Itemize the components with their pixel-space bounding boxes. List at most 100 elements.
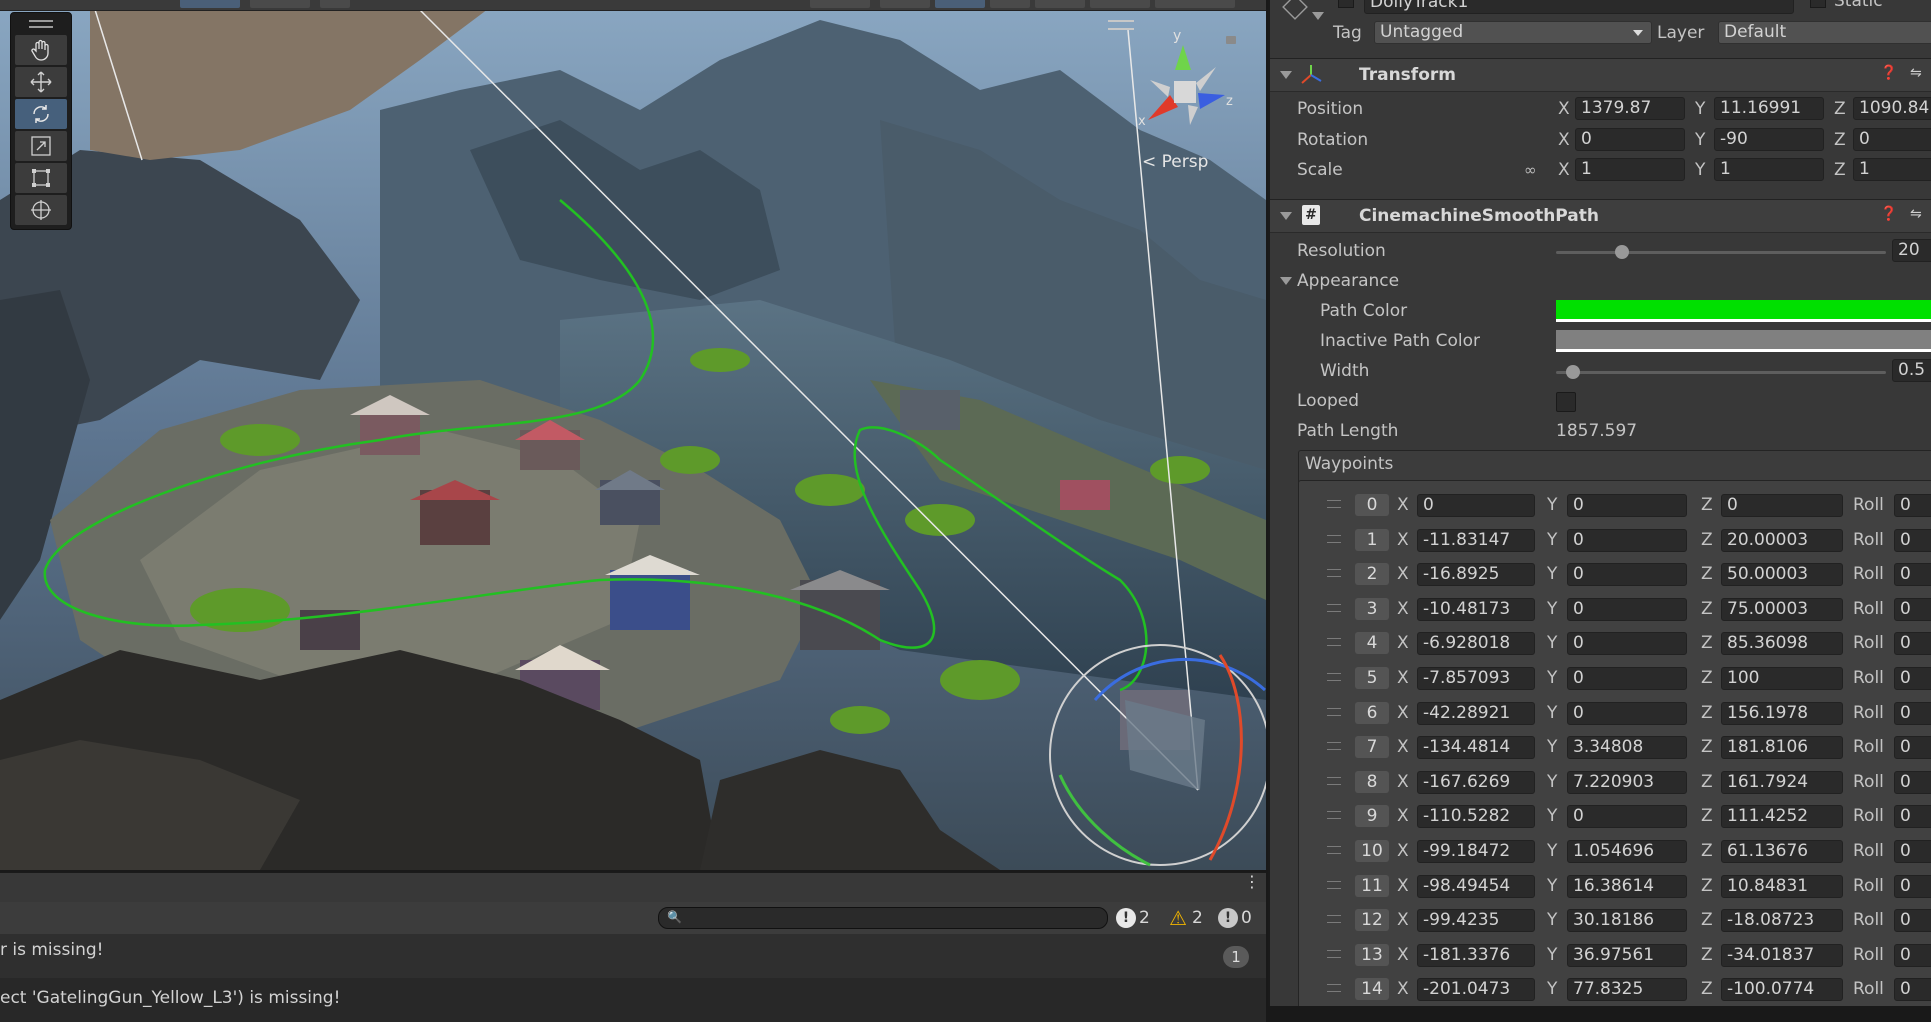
scene-view[interactable]: y x z < Persp bbox=[0, 0, 1266, 870]
palette-grip-icon[interactable] bbox=[29, 20, 53, 28]
active-checkbox[interactable] bbox=[1338, 0, 1354, 8]
waypoint-x-field[interactable]: -98.49454 bbox=[1417, 874, 1535, 898]
orientation-gizmo[interactable]: y x z bbox=[1130, 25, 1240, 135]
position-z-field[interactable]: 1090.84 bbox=[1853, 97, 1931, 120]
waypoint-z-field[interactable]: 10.84831 bbox=[1721, 874, 1843, 898]
waypoint-roll-field[interactable]: 0 bbox=[1894, 874, 1931, 898]
settings-sliders-icon[interactable]: ⇋ bbox=[1910, 206, 1922, 222]
waypoint-y-field[interactable]: 36.97561 bbox=[1567, 943, 1687, 967]
waypoint-y-field[interactable]: 77.8325 bbox=[1567, 978, 1687, 1002]
waypoint-x-field[interactable]: -7.857093 bbox=[1417, 667, 1535, 690]
position-y-field[interactable]: 11.16991 bbox=[1714, 97, 1824, 120]
waypoint-roll-field[interactable]: 0 bbox=[1894, 563, 1931, 587]
drag-handle-icon[interactable] bbox=[1327, 742, 1341, 751]
transform-header[interactable]: Transform ❓ ⇋ bbox=[1270, 58, 1931, 92]
waypoint-z-field[interactable]: 181.8106 bbox=[1721, 736, 1843, 760]
drag-handle-icon[interactable] bbox=[1327, 638, 1341, 647]
waypoint-roll-field[interactable]: 0 bbox=[1894, 736, 1931, 760]
waypoint-z-field[interactable]: 156.1978 bbox=[1721, 701, 1843, 725]
path-color-swatch[interactable] bbox=[1556, 300, 1931, 322]
waypoint-x-field[interactable]: -134.4814 bbox=[1417, 736, 1535, 760]
waypoint-y-field[interactable]: 0 bbox=[1567, 805, 1687, 829]
waypoint-x-field[interactable]: -110.5282 bbox=[1417, 805, 1535, 829]
waypoint-y-field[interactable]: 30.18186 bbox=[1567, 909, 1687, 933]
drag-handle-icon[interactable] bbox=[1327, 915, 1341, 924]
waypoint-z-field[interactable]: 0 bbox=[1721, 494, 1843, 517]
waypoint-roll-field[interactable]: 0 bbox=[1894, 978, 1931, 1002]
inactive-path-color-swatch[interactable] bbox=[1556, 330, 1931, 352]
waypoint-y-field[interactable]: 7.220903 bbox=[1567, 770, 1687, 794]
waypoint-row[interactable]: 6 X -42.28921 Y 0 Z 156.1978 Roll 0 bbox=[1299, 695, 1931, 729]
waypoint-y-field[interactable]: 16.38614 bbox=[1567, 874, 1687, 898]
waypoint-z-field[interactable]: 85.36098 bbox=[1721, 632, 1843, 656]
info-count-toggle[interactable]: ! 2 bbox=[1116, 907, 1150, 929]
waypoint-row[interactable]: 5 X -7.857093 Y 0 Z 100 Roll 0 bbox=[1299, 660, 1931, 694]
help-icon[interactable]: ❓ bbox=[1880, 65, 1897, 81]
waypoint-y-field[interactable]: 1.054696 bbox=[1567, 840, 1687, 863]
waypoint-roll-field[interactable]: 0 bbox=[1894, 667, 1931, 690]
waypoint-row[interactable]: 7 X -134.4814 Y 3.34808 Z 181.8106 Roll 0 bbox=[1299, 729, 1931, 763]
drag-handle-icon[interactable] bbox=[1327, 984, 1341, 993]
waypoint-z-field[interactable]: 50.00003 bbox=[1721, 563, 1843, 587]
waypoint-y-field[interactable]: 3.34808 bbox=[1567, 736, 1687, 760]
looped-checkbox[interactable] bbox=[1556, 392, 1576, 412]
icon-picker-dropdown-icon[interactable] bbox=[1312, 12, 1324, 20]
waypoint-x-field[interactable]: -181.3376 bbox=[1417, 943, 1535, 967]
waypoint-roll-field[interactable]: 0 bbox=[1894, 632, 1931, 656]
width-field[interactable]: 0.5 bbox=[1892, 359, 1931, 382]
waypoint-roll-field[interactable]: 0 bbox=[1894, 494, 1931, 517]
scale-y-field[interactable]: 1 bbox=[1714, 158, 1824, 181]
drag-handle-icon[interactable] bbox=[1327, 534, 1341, 543]
scale-x-field[interactable]: 1 bbox=[1575, 158, 1685, 181]
waypoint-x-field[interactable]: -167.6269 bbox=[1417, 770, 1535, 794]
more-options-icon[interactable]: ⋮ bbox=[1244, 874, 1260, 890]
waypoint-z-field[interactable]: -100.0774 bbox=[1721, 978, 1843, 1002]
waypoint-z-field[interactable]: 61.13676 bbox=[1721, 840, 1843, 863]
waypoint-row[interactable]: 4 X -6.928018 Y 0 Z 85.36098 Roll 0 bbox=[1299, 625, 1931, 659]
waypoint-row[interactable]: 3 X -10.48173 Y 0 Z 75.00003 Roll 0 bbox=[1299, 591, 1931, 625]
smooth-path-header[interactable]: # CinemachineSmoothPath ❓ ⇋ bbox=[1270, 199, 1931, 233]
waypoint-x-field[interactable]: -201.0473 bbox=[1417, 978, 1535, 1002]
waypoint-z-field[interactable]: 20.00003 bbox=[1721, 528, 1843, 552]
console-search-input[interactable]: 🔍 bbox=[658, 907, 1108, 929]
waypoint-x-field[interactable]: -11.83147 bbox=[1417, 528, 1535, 552]
transform-tool-button[interactable] bbox=[15, 195, 67, 225]
error-count-toggle[interactable]: ! 0 bbox=[1218, 907, 1252, 929]
waypoint-roll-field[interactable]: 0 bbox=[1894, 701, 1931, 725]
appearance-foldout-icon[interactable] bbox=[1280, 277, 1292, 285]
scale-tool-button[interactable] bbox=[15, 131, 67, 161]
rotation-z-field[interactable]: 0 bbox=[1853, 128, 1931, 151]
waypoint-row[interactable]: 9 X -110.5282 Y 0 Z 111.4252 Roll 0 bbox=[1299, 798, 1931, 832]
appearance-label[interactable]: Appearance bbox=[1297, 271, 1399, 291]
warning-count-toggle[interactable]: ⚠ 2 bbox=[1167, 906, 1203, 930]
drag-handle-icon[interactable] bbox=[1327, 880, 1341, 889]
waypoint-roll-field[interactable]: 0 bbox=[1894, 943, 1931, 967]
waypoint-z-field[interactable]: 75.00003 bbox=[1721, 597, 1843, 621]
drag-handle-icon[interactable] bbox=[1327, 949, 1341, 958]
help-icon[interactable]: ❓ bbox=[1880, 206, 1897, 222]
rotation-x-field[interactable]: 0 bbox=[1575, 128, 1685, 151]
waypoint-y-field[interactable]: 0 bbox=[1567, 632, 1687, 656]
waypoints-header[interactable]: Waypoints bbox=[1298, 450, 1931, 482]
waypoint-y-field[interactable]: 0 bbox=[1567, 701, 1687, 725]
scene-render[interactable] bbox=[0, 0, 1266, 870]
waypoint-row[interactable]: 14 X -201.0473 Y 77.8325 Z -100.0774 Roll 0 bbox=[1299, 971, 1931, 1005]
rotation-y-field[interactable]: -90 bbox=[1714, 128, 1824, 151]
drag-handle-icon[interactable] bbox=[1327, 500, 1341, 508]
waypoint-roll-field[interactable]: 0 bbox=[1894, 770, 1931, 794]
drag-handle-icon[interactable] bbox=[1327, 776, 1341, 785]
waypoint-x-field[interactable]: -42.28921 bbox=[1417, 701, 1535, 725]
waypoint-roll-field[interactable]: 0 bbox=[1894, 805, 1931, 829]
object-name-field[interactable]: DollyTrack1 bbox=[1364, 0, 1794, 14]
constrain-proportions-icon[interactable]: ∞ bbox=[1524, 161, 1537, 179]
settings-sliders-icon[interactable]: ⇋ bbox=[1910, 65, 1922, 81]
waypoint-x-field[interactable]: -99.18472 bbox=[1417, 840, 1535, 863]
console-entry[interactable]: ect 'GatelingGun_Yellow_L3') is missing! bbox=[0, 978, 1266, 1022]
resolution-slider-knob[interactable] bbox=[1615, 245, 1629, 259]
waypoint-x-field[interactable]: -99.4235 bbox=[1417, 909, 1535, 933]
width-slider-knob[interactable] bbox=[1565, 365, 1580, 379]
waypoint-x-field[interactable]: 0 bbox=[1417, 494, 1535, 517]
waypoint-z-field[interactable]: 111.4252 bbox=[1721, 805, 1843, 829]
waypoint-row[interactable]: 12 X -99.4235 Y 30.18186 Z -18.08723 Roll 0 bbox=[1299, 902, 1931, 936]
drag-handle-icon[interactable] bbox=[1327, 569, 1341, 578]
